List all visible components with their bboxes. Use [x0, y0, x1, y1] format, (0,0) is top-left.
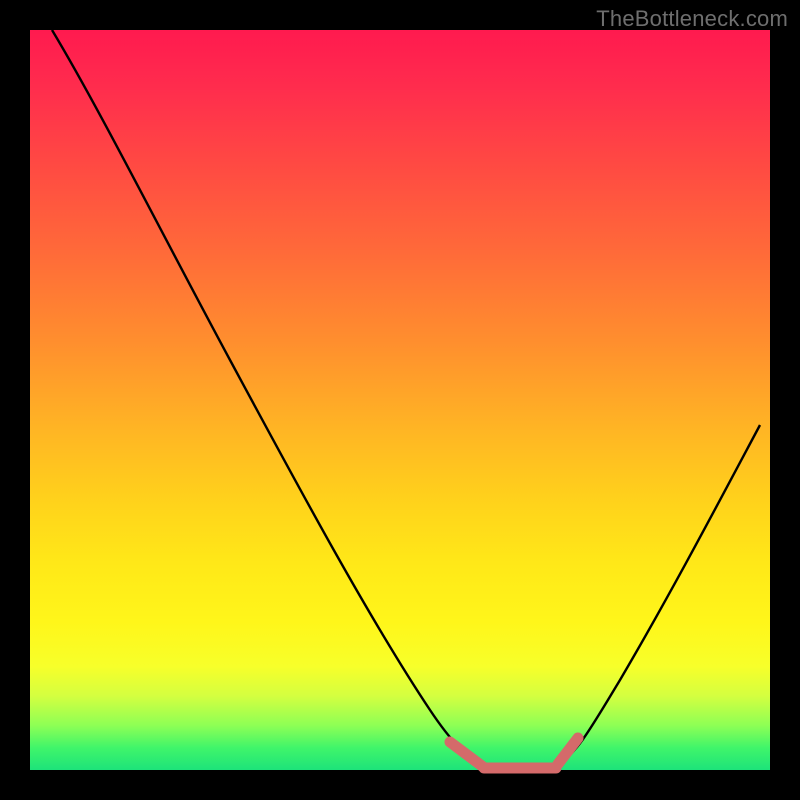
plot-area [30, 30, 770, 770]
watermark-text: TheBottleneck.com [596, 6, 788, 32]
curve-svg [30, 30, 770, 770]
chart-frame: TheBottleneck.com [0, 0, 800, 800]
left-marker [450, 742, 482, 766]
bottleneck-curve [52, 30, 760, 769]
